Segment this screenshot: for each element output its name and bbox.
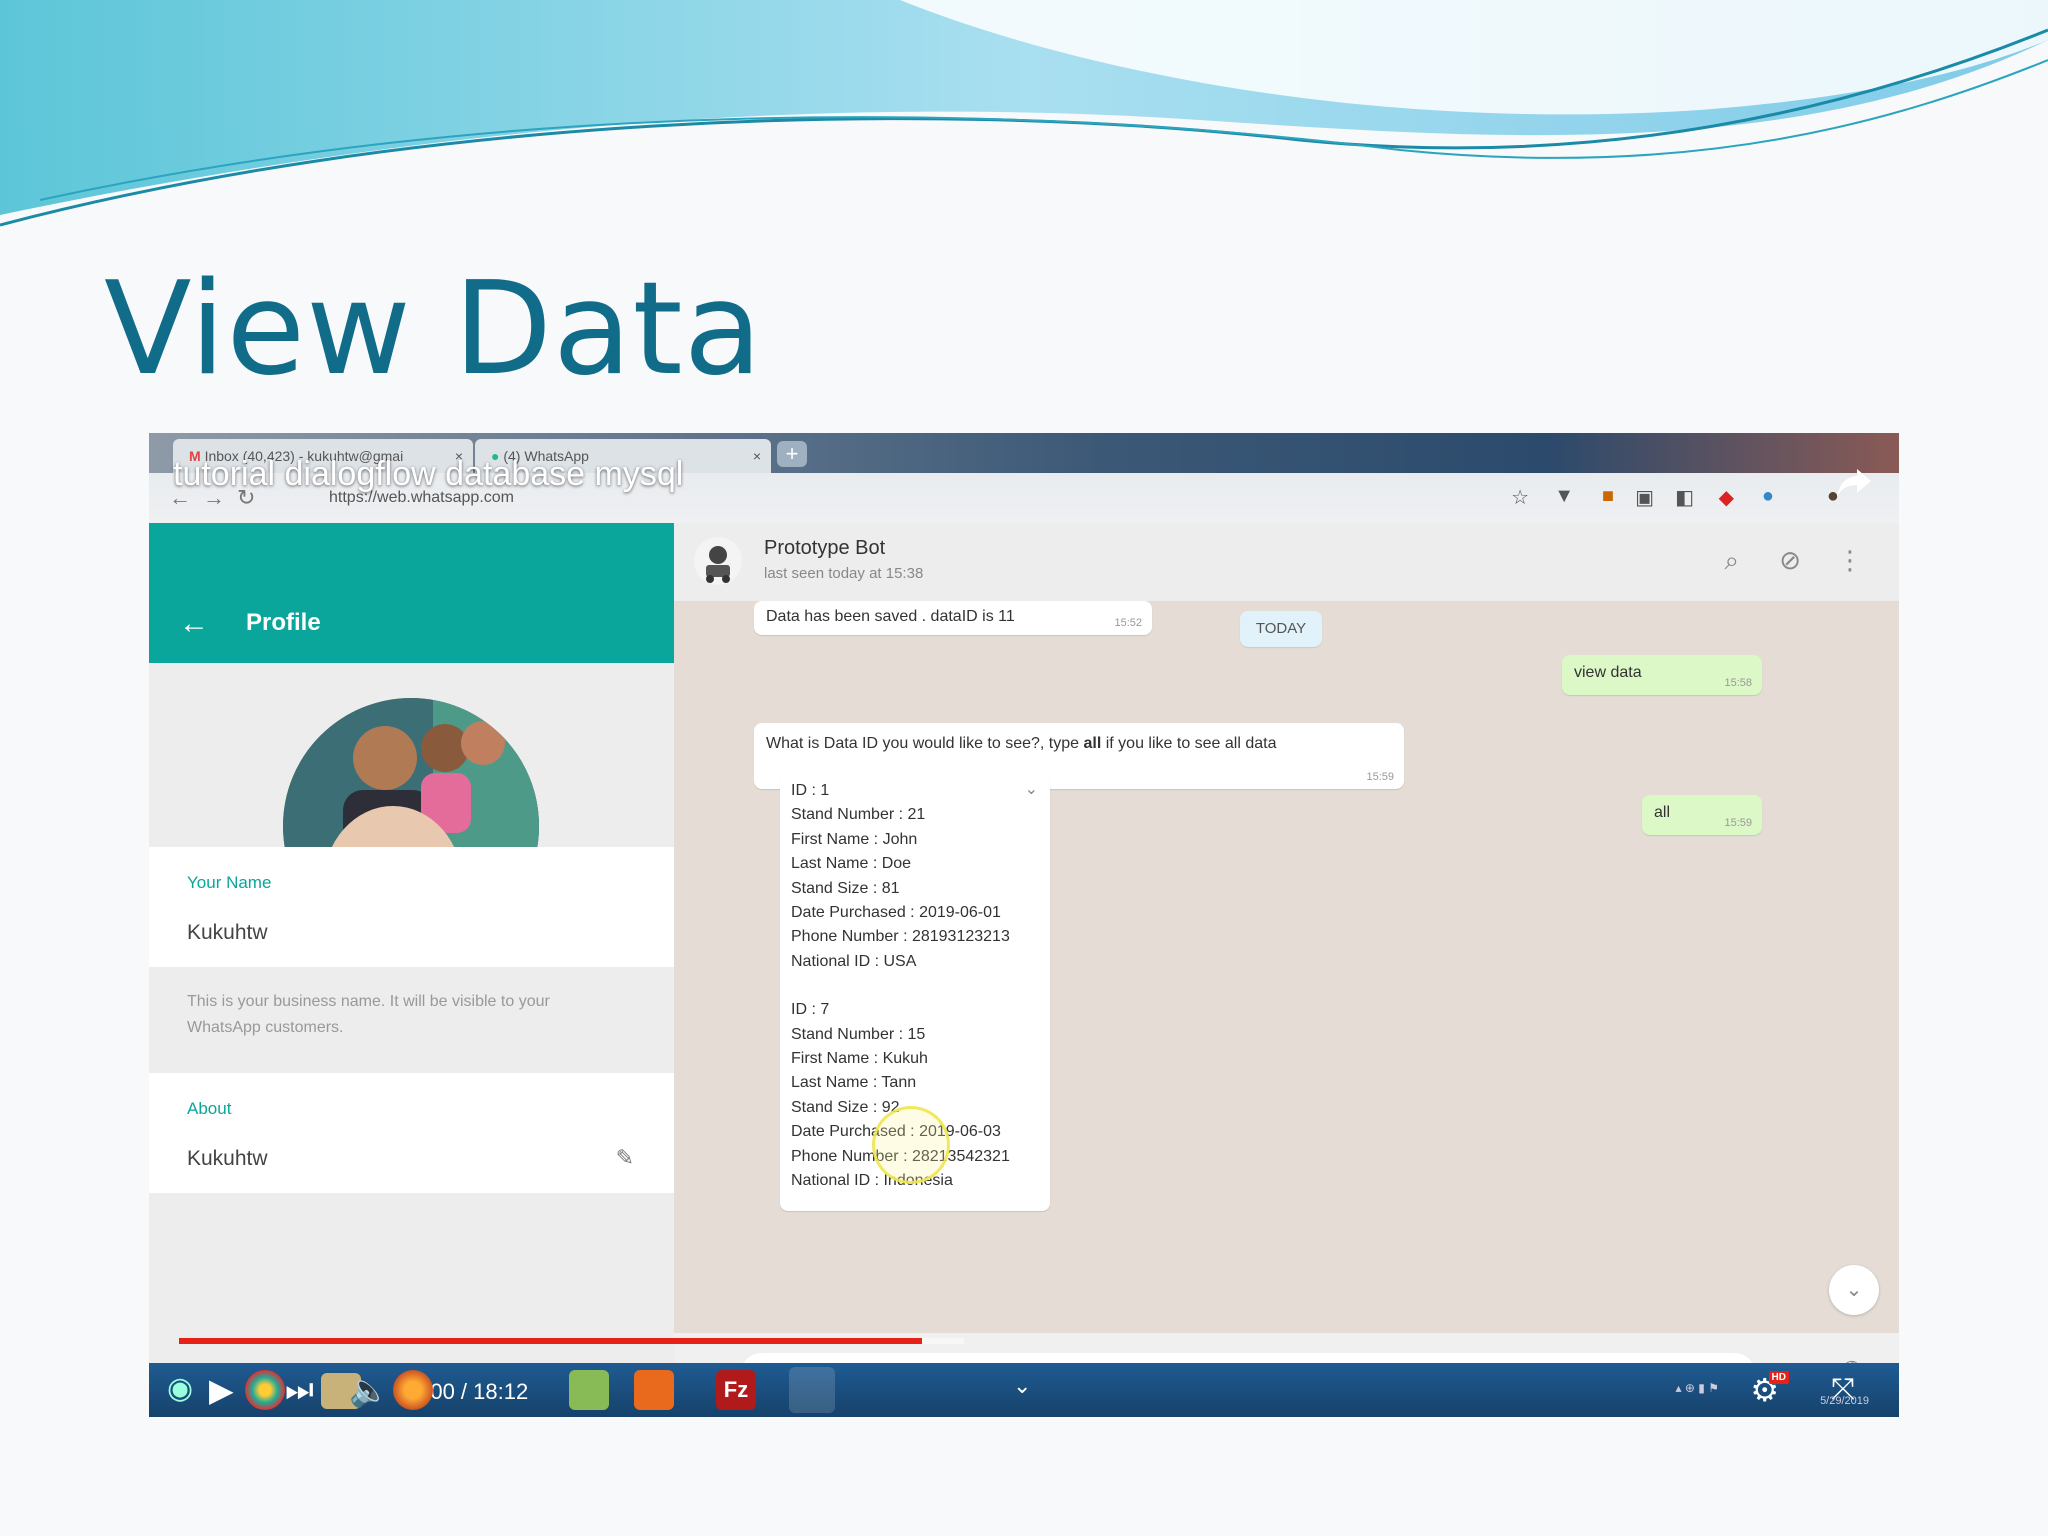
attach-icon[interactable]: ⊘: [1779, 545, 1801, 576]
tab-close-icon[interactable]: ×: [753, 439, 761, 473]
your-name-label: Your Name: [187, 873, 272, 892]
mouse-cursor-highlight: [872, 1106, 950, 1184]
message-text: all: [1654, 804, 1671, 821]
scroll-down-button[interactable]: ⌄: [1829, 1265, 1879, 1315]
app-taskbar-icon[interactable]: [789, 1367, 835, 1413]
video-title[interactable]: tutorial dialogflow database mysql: [173, 455, 683, 494]
chevron-down-icon[interactable]: ⌄: [1025, 779, 1038, 799]
record-field: First Name : John: [791, 830, 918, 848]
your-name-value[interactable]: Kukuhtw: [187, 921, 268, 945]
record-separator: [780, 974, 1050, 998]
extension-icon[interactable]: ◧: [1675, 485, 1694, 510]
record-field: Stand Number : 15: [791, 1025, 926, 1043]
about-value[interactable]: Kukuhtw: [187, 1147, 268, 1171]
video-progress-fill[interactable]: [179, 1338, 922, 1344]
record-field: Last Name : Doe: [791, 855, 912, 873]
contact-name[interactable]: Prototype Bot: [764, 537, 885, 560]
system-tray[interactable]: ▴ ⊕ ▮ ⚑: [1676, 1381, 1719, 1395]
record-1: ID : 1 Stand Number : 21 First Name : Jo…: [780, 773, 1050, 974]
robot-icon: [706, 546, 730, 583]
message-bubble-incoming[interactable]: Data has been saved . dataID is 11 15:52: [754, 601, 1152, 635]
chevron-down-icon[interactable]: ⌄: [1013, 1373, 1031, 1399]
extension-icon[interactable]: ●: [1762, 485, 1774, 508]
bookmark-star-icon[interactable]: ☆: [1511, 485, 1529, 510]
message-text: Data has been saved . dataID is 11: [766, 608, 1015, 625]
message-bubble-outgoing[interactable]: view data 15:58: [1562, 655, 1762, 695]
search-icon[interactable]: ⌕: [1724, 545, 1739, 577]
firefox-taskbar-icon[interactable]: [393, 1370, 433, 1410]
slide-header-wave: [0, 0, 2048, 227]
share-icon[interactable]: [1835, 461, 1875, 501]
profile-panel: ← Profile Your Name Kukuhtw This is your…: [149, 523, 674, 1417]
message-text: view data: [1574, 664, 1642, 681]
record-field: National ID : USA: [791, 952, 917, 970]
extension-icon[interactable]: ◆: [1719, 485, 1734, 510]
record-field: Date Purchased : 2019-06-01: [791, 904, 1001, 922]
last-seen: last seen today at 15:38: [764, 565, 924, 582]
chevron-down-icon: ⌄: [1845, 1279, 1863, 1301]
record-field: Last Name : Tann: [791, 1074, 917, 1092]
xampp-taskbar-icon[interactable]: [634, 1370, 674, 1410]
message-time: 15:52: [1114, 617, 1142, 629]
chat-header: Prototype Bot last seen today at 15:38 ⌕…: [674, 523, 1899, 602]
record-field: ID : 1: [791, 782, 830, 799]
message-time: 15:58: [1724, 677, 1752, 689]
message-text-part: if you like to see all data: [1101, 735, 1277, 752]
your-name-section: Your Name Kukuhtw: [149, 847, 674, 967]
play-icon[interactable]: ▶: [209, 1371, 234, 1409]
menu-icon[interactable]: ⋮: [1837, 545, 1863, 576]
bot-avatar[interactable]: [694, 537, 742, 585]
chrome-taskbar-icon[interactable]: [245, 1370, 285, 1410]
record-field: ID : 7: [791, 1001, 830, 1019]
about-label: About: [187, 1099, 232, 1118]
profile-header: ← Profile: [149, 523, 674, 663]
message-text: What is Data ID you would like to see?, …: [766, 735, 1277, 753]
extension-icon[interactable]: ▣: [1635, 485, 1654, 510]
windows-start-icon[interactable]: ◉: [167, 1371, 193, 1406]
chat-panel: Prototype Bot last seen today at 15:38 ⌕…: [674, 523, 1899, 1417]
hd-badge: HD: [1768, 1371, 1789, 1384]
record-field: Stand Number : 21: [791, 806, 926, 824]
video-player[interactable]: M Inbox (40,423) - kukuhtw@gmai × ● (4) …: [149, 433, 1899, 1417]
profile-title: Profile: [246, 609, 321, 636]
next-icon[interactable]: ⏭: [285, 1371, 314, 1409]
record-field: Phone Number : 28193123213: [791, 928, 1010, 946]
record-field: First Name : Kukuh: [791, 1050, 928, 1068]
about-section: About Kukuhtw ✎: [149, 1073, 674, 1193]
record-field: Stand Size : 81: [791, 879, 900, 897]
name-hint: This is your business name. It will be v…: [187, 993, 550, 1036]
date-divider: TODAY: [1240, 611, 1322, 647]
message-text-bold: all: [1083, 735, 1102, 752]
message-text-part: What is Data ID you would like to see?, …: [766, 735, 1084, 752]
video-controls-bar: ◉ ▶ ⏭ 🔈 8:00 / 18:12 Fz ⌄ ▴ ⊕ ▮ ⚑ ⚙ HD ⤧…: [149, 1363, 1899, 1417]
message-time: 15:59: [1724, 817, 1752, 829]
message-bubble-outgoing[interactable]: all 15:59: [1642, 795, 1762, 835]
slide-title: View Data: [104, 255, 764, 404]
volume-icon[interactable]: 🔈: [349, 1371, 389, 1409]
filezilla-taskbar-icon[interactable]: Fz: [716, 1370, 756, 1410]
back-arrow-icon[interactable]: ←: [179, 607, 209, 641]
extension-icon[interactable]: ▼: [1554, 485, 1574, 508]
clock-date: 5/29/2019: [1820, 1395, 1869, 1407]
extension-icon[interactable]: ■: [1602, 485, 1614, 508]
app-taskbar-icon[interactable]: [569, 1370, 609, 1410]
message-time: 15:59: [1366, 771, 1394, 783]
new-tab-button[interactable]: +: [777, 441, 807, 467]
edit-pencil-icon[interactable]: ✎: [616, 1145, 634, 1171]
